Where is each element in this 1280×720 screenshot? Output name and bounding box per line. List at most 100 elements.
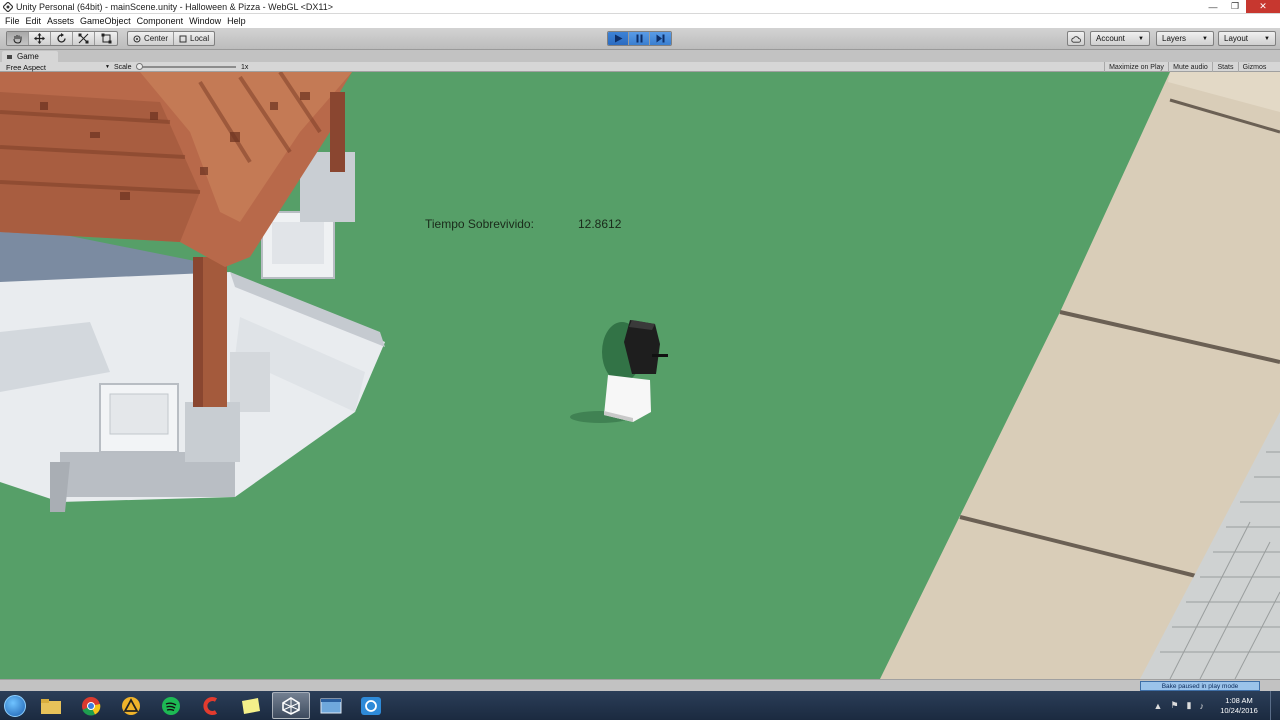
maximize-on-play-toggle[interactable]: Maximize on Play: [1104, 62, 1168, 72]
cloud-button[interactable]: [1067, 31, 1085, 46]
scale-slider-handle[interactable]: [136, 63, 143, 70]
game-view-toolbar: Free Aspect ▼ Scale 1x Maximize on Play M…: [0, 62, 1280, 72]
taskbar-unity[interactable]: [272, 692, 310, 719]
show-desktop-button[interactable]: [1270, 691, 1280, 720]
pivot-icon: [133, 35, 141, 42]
play-icon: [614, 34, 622, 43]
move-arrows-icon: [34, 33, 45, 44]
chevron-down-icon: ▼: [105, 64, 110, 70]
sticky-note-icon: [242, 697, 260, 714]
stone-pavement: [880, 72, 1280, 679]
stats-toggle[interactable]: Stats: [1212, 62, 1238, 72]
space-local-button[interactable]: Local: [174, 32, 214, 45]
mute-audio-toggle[interactable]: Mute audio: [1168, 62, 1212, 72]
gizmos-dropdown[interactable]: Gizmos: [1238, 62, 1270, 72]
chevron-down-icon: ▼: [1264, 35, 1270, 42]
system-clock[interactable]: 1:08 AM 10/24/2016: [1208, 696, 1270, 716]
title-bar: Unity Personal (64bit) - mainScene.unity…: [0, 0, 1280, 14]
scale-value: 1x: [241, 63, 249, 71]
taskbar-window-app[interactable]: [312, 692, 350, 719]
voxel-house: [0, 72, 385, 512]
survival-time-label: Tiempo Sobrevivido:: [425, 217, 534, 231]
chevron-down-icon: ▼: [1138, 35, 1144, 42]
menu-window[interactable]: Window: [186, 16, 224, 26]
pivot-label: Center: [144, 34, 169, 43]
rect-tool-button[interactable]: [95, 32, 117, 45]
game-scene: [0, 72, 1280, 679]
close-button[interactable]: ✕: [1246, 0, 1280, 13]
tab-game-label: Game: [17, 52, 39, 61]
flag-icon[interactable]: ⚑: [1170, 700, 1178, 711]
taskbar-spotify[interactable]: [152, 692, 190, 719]
chevron-up-icon[interactable]: ▲: [1154, 701, 1163, 711]
game-tab-bar: Game: [0, 51, 1280, 62]
unity-editor-window: Unity Personal (64bit) - mainScene.unity…: [0, 0, 1280, 720]
folder-icon: [41, 698, 61, 714]
local-space-icon: [179, 35, 187, 42]
minimize-button[interactable]: —: [1202, 0, 1224, 13]
play-button[interactable]: [608, 32, 629, 45]
menu-help[interactable]: Help: [224, 16, 249, 26]
hand-tool-button[interactable]: [7, 32, 29, 45]
unity-logo-icon: [3, 1, 13, 12]
taskbar-ccleaner[interactable]: [192, 692, 230, 719]
system-tray: ▲ ⚑ ▮ ♪ 1:08 AM 10/24/2016: [1150, 691, 1280, 720]
window-controls: — ❐ ✕: [1202, 0, 1280, 13]
warning-triangle-icon: [122, 696, 140, 715]
rect-tool-icon: [101, 33, 111, 44]
clock-time: 1:08 AM: [1225, 695, 1253, 705]
status-bar: Bake paused in play mode: [0, 679, 1280, 691]
camera-icon: [361, 696, 381, 715]
scale-slider[interactable]: [136, 63, 236, 70]
layers-dropdown[interactable]: Layers ▼: [1156, 31, 1214, 46]
menu-edit[interactable]: Edit: [23, 16, 45, 26]
menu-assets[interactable]: Assets: [44, 16, 77, 26]
taskbar-screenshot-app[interactable]: [352, 692, 390, 719]
pivot-center-button[interactable]: Center: [128, 32, 175, 45]
account-label: Account: [1096, 34, 1125, 43]
menu-gameobject[interactable]: GameObject: [77, 16, 134, 26]
layout-dropdown[interactable]: Layout ▼: [1218, 31, 1276, 46]
space-label: Local: [190, 34, 210, 43]
window-app-icon: [320, 698, 342, 713]
hand-icon: [13, 35, 22, 44]
taskbar-app-a[interactable]: [112, 692, 150, 719]
start-button[interactable]: [0, 691, 30, 720]
ccleaner-icon: [203, 696, 218, 715]
windows-logo-icon: [4, 694, 26, 717]
window-title: Unity Personal (64bit) - mainScene.unity…: [16, 1, 333, 12]
menu-component[interactable]: Component: [134, 16, 187, 26]
taskbar-chrome[interactable]: [72, 692, 110, 719]
account-dropdown[interactable]: Account ▼: [1090, 31, 1150, 46]
spotify-icon: [162, 696, 180, 715]
bake-status: Bake paused in play mode: [1140, 681, 1260, 691]
scale-label: Scale: [114, 63, 132, 71]
layers-label: Layers: [1162, 34, 1187, 43]
survival-time-value: 12.8612: [578, 217, 622, 231]
taskbar-sticky-notes[interactable]: [232, 692, 270, 719]
rotate-tool-button[interactable]: [51, 32, 73, 45]
layout-label: Layout: [1224, 34, 1249, 43]
pause-button[interactable]: [629, 32, 650, 45]
chevron-down-icon: ▼: [1202, 35, 1208, 42]
taskbar-file-explorer[interactable]: [32, 692, 70, 719]
game-viewport[interactable]: Tiempo Sobrevivido: 12.8612: [0, 72, 1280, 679]
volume-icon[interactable]: ♪: [1200, 701, 1205, 711]
pivot-toggles: Center Local: [127, 31, 216, 46]
step-icon: [656, 34, 665, 43]
aspect-label: Free Aspect: [6, 62, 47, 72]
network-icon[interactable]: ▮: [1187, 700, 1192, 711]
menu-file[interactable]: File: [2, 16, 23, 26]
move-tool-button[interactable]: [29, 32, 51, 45]
game-controller-icon: [7, 54, 12, 59]
play-controls: [607, 31, 672, 46]
player-character: [570, 320, 668, 423]
scale-icon: [78, 33, 89, 44]
chrome-icon: [82, 696, 101, 716]
transform-tools: [6, 31, 118, 46]
aspect-dropdown[interactable]: Free Aspect ▼: [6, 62, 110, 72]
tab-game[interactable]: Game: [2, 51, 58, 62]
maximize-button[interactable]: ❐: [1224, 0, 1246, 13]
scale-tool-button[interactable]: [73, 32, 95, 45]
step-button[interactable]: [650, 32, 671, 45]
